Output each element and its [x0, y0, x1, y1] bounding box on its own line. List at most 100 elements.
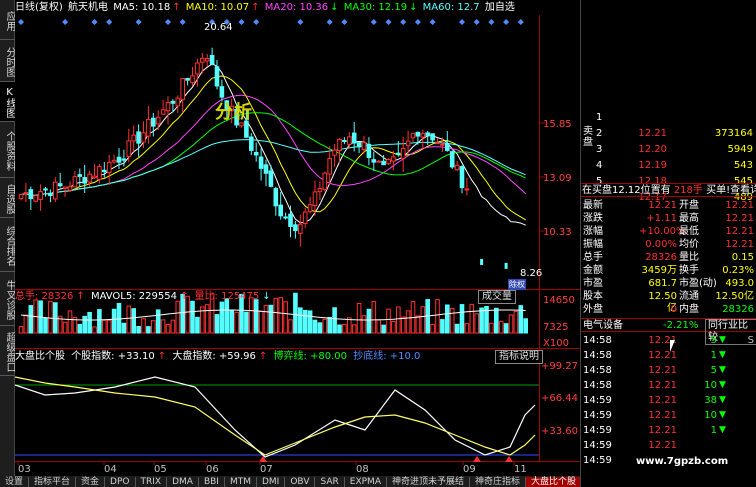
- side-tab-timeshare[interactable]: 分时图: [0, 40, 15, 82]
- indicator-tab[interactable]: TRIX: [136, 477, 168, 487]
- order-book-row[interactable]: 1: [581, 111, 756, 125]
- quote-label: 涨幅: [583, 226, 603, 237]
- level-number: 4: [596, 160, 603, 171]
- side-tab-super-board[interactable]: 超级盘口: [0, 326, 15, 376]
- candle-body: [141, 132, 146, 143]
- volume-header: 总手: 28326 ↑ MAVOL5: 229554 ↑ 量比: 125475 ↓: [15, 290, 274, 304]
- volume-bar: [288, 319, 293, 334]
- side-tab-kline[interactable]: K线图: [0, 82, 15, 122]
- indicator-tab[interactable]: 神奇庄指标: [470, 477, 527, 487]
- volume-ratio: 量比: 125475: [194, 291, 260, 302]
- candle-body: [332, 149, 337, 156]
- quote-label: 总手: [583, 252, 603, 263]
- stock-index-line: [15, 376, 536, 458]
- candle-body: [283, 216, 288, 219]
- candle-body: [18, 194, 24, 199]
- quote-value: 28326: [722, 304, 754, 315]
- volume-tick: 14650: [543, 295, 575, 306]
- tick-volume: 10: [704, 380, 717, 391]
- quote-label: 最低: [679, 226, 699, 237]
- indicator-tab[interactable]: DMI: [257, 477, 286, 487]
- candle-body: [38, 191, 43, 200]
- candle-body: [307, 204, 313, 213]
- volume-bar: [376, 319, 381, 334]
- side-tab-ranking[interactable]: 综合排名: [0, 218, 15, 272]
- indicator-tab[interactable]: 设置: [0, 477, 30, 487]
- side-tab-diagnosis[interactable]: 牛叉诊股: [0, 272, 15, 326]
- ex-rights-badge[interactable]: 除权: [508, 279, 526, 290]
- volume-bar: [77, 323, 83, 334]
- indicator-tab[interactable]: 大盘比个股: [526, 477, 580, 487]
- side-tab-watchlist[interactable]: 自选股: [0, 178, 15, 218]
- signal-diamond: [429, 19, 436, 25]
- volume-bar: [62, 321, 68, 334]
- sector-name[interactable]: 电气设备: [583, 319, 623, 333]
- quote-label: 市盈: [583, 278, 603, 289]
- volume-bar: [332, 307, 337, 334]
- indicator-tab[interactable]: MTM: [225, 477, 257, 487]
- signal-markers: [18, 19, 524, 25]
- signal-diamond: [62, 19, 69, 25]
- tick-row: 14:59 12.21 38 ▼: [581, 393, 756, 408]
- high-label: 20.64: [204, 22, 233, 33]
- up-arrow-icon: ↑: [258, 351, 268, 362]
- up-arrow-icon: ↑: [251, 2, 260, 13]
- indicator-tab[interactable]: 指标平台: [29, 477, 77, 487]
- volume-bar: [351, 324, 357, 334]
- candle-body: [195, 62, 200, 75]
- order-book-row[interactable]: 4 12.19 543: [581, 159, 756, 173]
- period-label[interactable]: 日线(复权): [15, 2, 63, 13]
- volume-bar: [445, 304, 450, 334]
- buy-signal-marker: [505, 456, 513, 462]
- candle-body: [263, 164, 269, 174]
- indicator-tab[interactable]: BBI: [199, 477, 225, 487]
- volume-indicator-button[interactable]: 成交量: [478, 290, 516, 304]
- tick-time: 14:58: [583, 335, 612, 346]
- volume-bar: [518, 305, 524, 334]
- signal-diamond: [326, 19, 333, 25]
- level-number: 2: [596, 128, 603, 139]
- tick-row: 14:58 12.21 5 ▼: [581, 363, 756, 378]
- volume-bar: [190, 300, 195, 334]
- time-tick: 08: [356, 464, 369, 475]
- indicator-tab[interactable]: DPO: [105, 477, 136, 487]
- indicator-tab[interactable]: OBV: [285, 477, 316, 487]
- candle-body: [160, 109, 166, 115]
- order-alert-link[interactable]: 买单!查看详细: [706, 185, 756, 196]
- volume-bar: [405, 310, 411, 334]
- indicator-tab[interactable]: 神奇进顶未予展结: [387, 477, 470, 487]
- signal-diamond: [297, 19, 304, 25]
- indicator-tab[interactable]: DMA: [167, 477, 199, 487]
- indicator-help-button[interactable]: 指标说明: [495, 350, 543, 364]
- ma20-value: MA20: 10.36: [264, 2, 329, 13]
- candle-body: [92, 175, 97, 179]
- price-tick: 15.85: [543, 119, 572, 130]
- down-arrow-icon: ↓: [262, 291, 271, 302]
- volume-bar: [175, 300, 181, 334]
- tick-side: S: [747, 335, 754, 346]
- quote-value: 12.21: [648, 200, 677, 211]
- moving-average-lines: [20, 63, 527, 226]
- volume-bar: [489, 322, 494, 334]
- candle-body: [298, 223, 303, 234]
- volume-bar: [244, 311, 249, 334]
- side-tab-apps[interactable]: 应用: [0, 0, 15, 40]
- indicator-tab[interactable]: 资金: [76, 477, 106, 487]
- candle-body: [504, 262, 508, 269]
- candle-body: [82, 177, 88, 184]
- side-tab-stock-info[interactable]: 个股资料: [0, 122, 15, 178]
- up-arrow-icon: ↑: [179, 291, 189, 302]
- quote-label: 市盈(动): [679, 278, 717, 289]
- candle-body: [415, 131, 421, 137]
- candle-body: [200, 57, 205, 63]
- indicator-tab[interactable]: EXPMA: [345, 477, 387, 487]
- candle-body: [87, 173, 92, 183]
- add-watch-button[interactable]: 加自选: [485, 2, 515, 13]
- volume-bar: [391, 321, 396, 334]
- indicator-tab[interactable]: SAR: [315, 477, 345, 487]
- candle-body: [386, 159, 391, 165]
- game-line: 博弈线: +80.00: [273, 351, 348, 362]
- order-book-row[interactable]: 3 12.20 5949: [581, 143, 756, 157]
- kline-chart[interactable]: [15, 15, 580, 476]
- order-book-row[interactable]: 2 12.21 373164: [581, 127, 756, 141]
